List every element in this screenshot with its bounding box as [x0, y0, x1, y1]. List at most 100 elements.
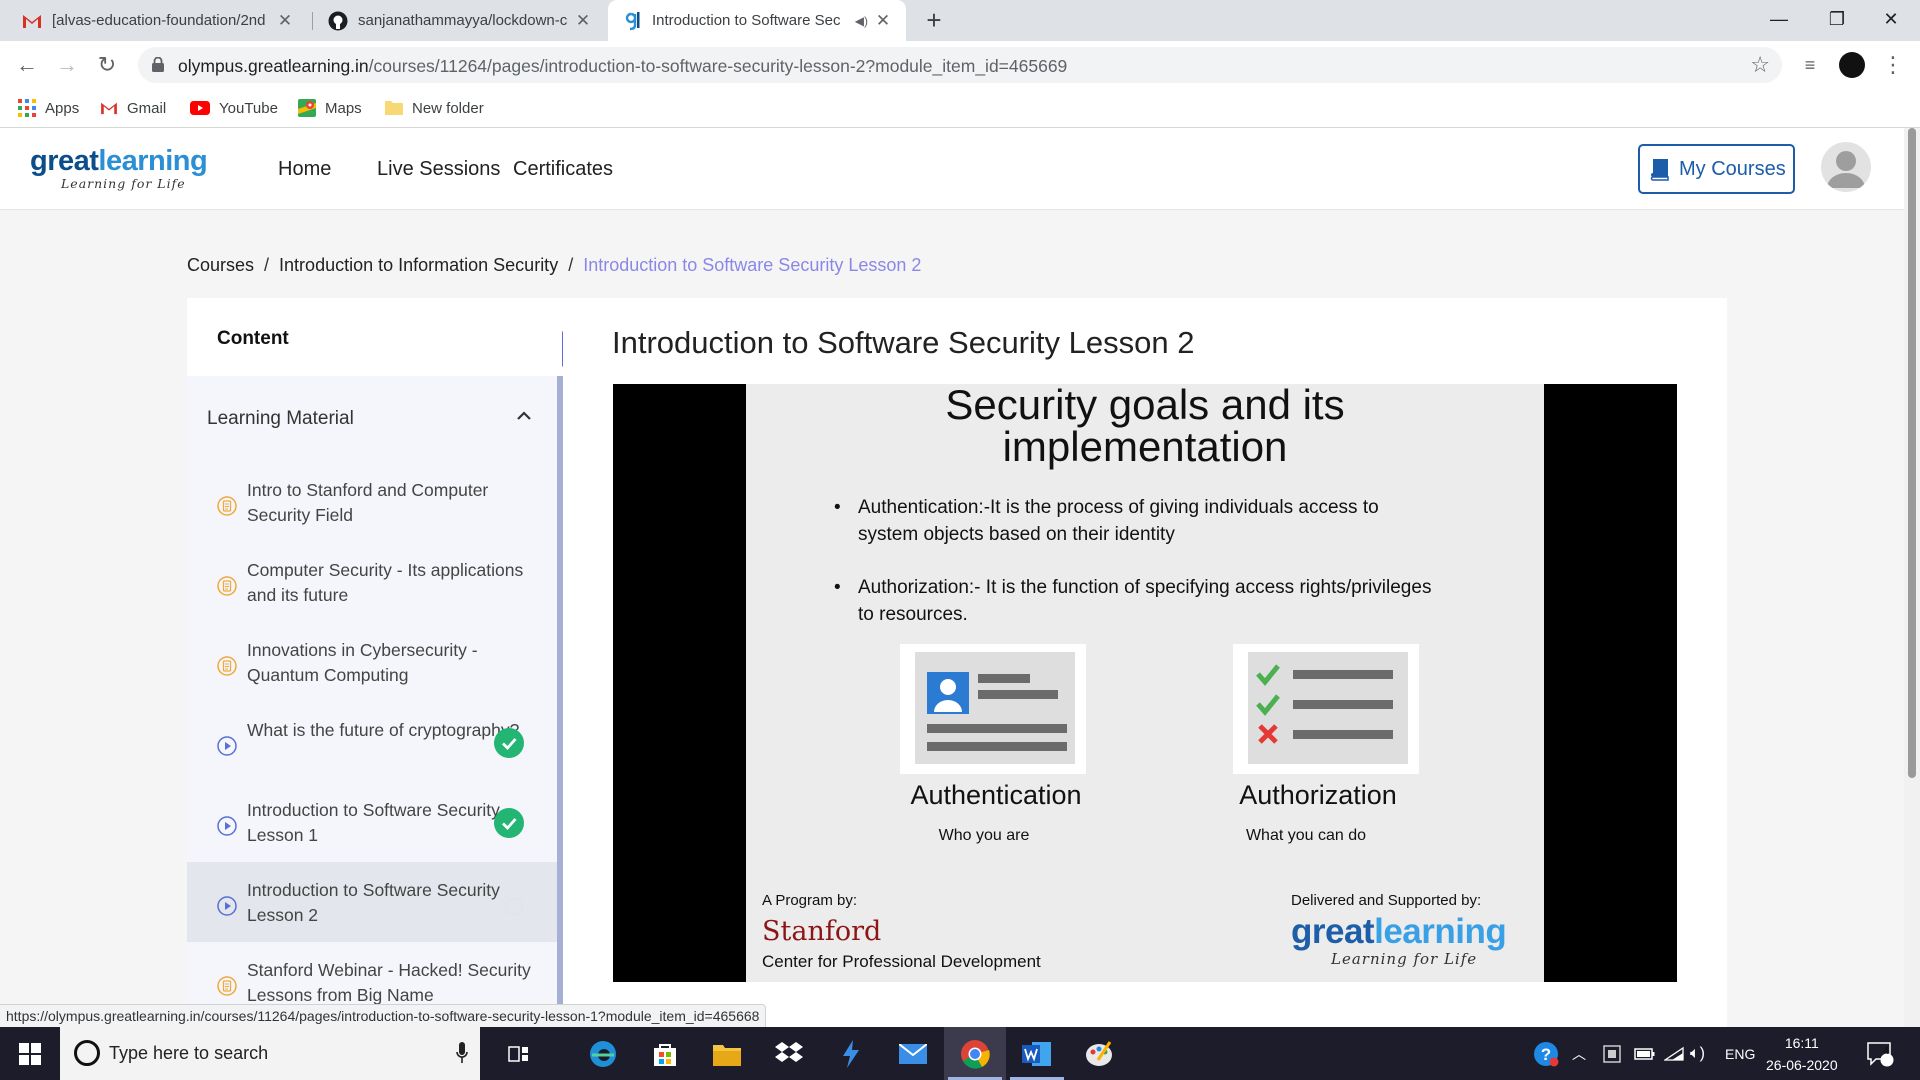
language-indicator[interactable]: ENG — [1725, 1027, 1755, 1080]
breadcrumb: Courses / Introduction to Information Secu… — [187, 255, 922, 275]
reload-icon[interactable]: ↻ — [92, 50, 122, 80]
video-slide: Security goals and its implementation • A… — [746, 384, 1544, 982]
word-icon[interactable] — [1006, 1027, 1068, 1080]
bookmark-maps[interactable]: Maps — [298, 96, 362, 120]
start-button[interactable] — [0, 1027, 60, 1080]
sidebar-list: Learning Material Intro to Stanford and … — [187, 376, 557, 1027]
speaker-icon[interactable]: ◀) — [855, 14, 868, 28]
store-icon[interactable] — [634, 1027, 696, 1080]
page-scrollbar[interactable] — [1904, 128, 1920, 1027]
bookmark-star-icon[interactable]: ☆ — [1750, 52, 1770, 78]
close-icon[interactable]: ✕ — [874, 11, 892, 31]
file-explorer-icon[interactable] — [696, 1027, 758, 1080]
slide-title-line2: implementation — [1002, 423, 1288, 470]
stanford-cpd: Center for Professional Development — [762, 952, 1041, 971]
my-courses-button[interactable]: My Courses — [1638, 144, 1795, 194]
dropbox-icon[interactable] — [758, 1027, 820, 1080]
site-header: greatlearning Learning for Life Home Liv… — [0, 128, 1904, 210]
back-arrow-icon[interactable]: ← — [12, 50, 42, 80]
volume-icon[interactable]: 🔈︎) — [1690, 1027, 1705, 1080]
microphone-icon[interactable] — [456, 1042, 468, 1064]
paint-icon[interactable] — [1068, 1027, 1130, 1080]
slide-authentication-sub: Who you are — [938, 827, 1030, 844]
notifications-icon[interactable]: 4 — [1866, 1027, 1894, 1080]
youtube-icon — [190, 101, 210, 115]
address-bar[interactable]: olympus.greatlearning.in/courses/11264/p… — [138, 47, 1782, 83]
section-learning-material[interactable]: Learning Material — [187, 376, 557, 462]
bookmark-label: YouTube — [219, 99, 278, 117]
lesson-item-label: Introduction to Software Security Lesson… — [247, 880, 500, 925]
bookmark-youtube[interactable]: YouTube — [190, 96, 278, 120]
lesson-item[interactable]: What is the future of cryptography? — [187, 702, 557, 782]
nav-home[interactable]: Home — [278, 158, 331, 181]
wifi-icon[interactable] — [1664, 1027, 1684, 1080]
tab-gmail[interactable]: [alvas-education-foundation/2nd ✕ — [8, 0, 308, 41]
play-icon — [217, 736, 237, 756]
battery-icon[interactable] — [1634, 1027, 1656, 1080]
taskbar-search[interactable]: Type here to search — [60, 1027, 480, 1080]
lesson-title: Introduction to Software Security Lesson… — [612, 325, 1195, 360]
profile-avatar[interactable] — [1839, 52, 1865, 78]
media-queue-icon[interactable]: ≡ — [1795, 50, 1825, 80]
play-icon — [217, 816, 237, 836]
minimize-button[interactable]: — — [1750, 0, 1808, 41]
maps-icon — [298, 99, 316, 117]
lesson-item[interactable]: Introduction to Software Security Lesson… — [187, 862, 557, 942]
tab-greatlearning[interactable]: Introduction to Software Sec ◀) ✕ — [608, 0, 906, 41]
user-avatar[interactable] — [1821, 142, 1871, 192]
more-menu-icon[interactable]: ⋮ — [1878, 50, 1908, 80]
forward-arrow-icon[interactable]: → — [52, 50, 82, 80]
video-player[interactable]: Security goals and its implementation • A… — [613, 384, 1677, 982]
breadcrumb-current: Introduction to Software Security Lesson… — [583, 255, 922, 275]
help-icon[interactable]: ? — [1533, 1027, 1559, 1080]
logo-word-learning: learning — [1374, 912, 1507, 951]
tab-strip: [alvas-education-foundation/2nd ✕ sanjan… — [0, 0, 1920, 41]
bullet-text: Authorization:- It is the function of sp… — [858, 577, 1432, 625]
nav-certificates[interactable]: Certificates — [513, 158, 613, 181]
bookmark-gmail[interactable]: Gmail — [100, 96, 166, 120]
id-card-illustration — [900, 644, 1086, 774]
completed-check-icon — [494, 808, 524, 838]
scrollbar-thumb[interactable] — [1908, 128, 1916, 778]
slide-delivered-by: Delivered and Supported by: — [1291, 892, 1482, 909]
lesson-item[interactable]: Introduction to Software Security Lesson… — [187, 782, 557, 862]
tab-github[interactable]: sanjanathammayya/lockdown-co ✕ — [314, 0, 606, 41]
mail-icon[interactable] — [882, 1027, 944, 1080]
tab-separator — [312, 12, 313, 30]
lesson-item-label: Intro to Stanford and Computer Security … — [247, 480, 489, 525]
new-tab-button[interactable]: + — [918, 5, 950, 37]
edge-icon[interactable] — [572, 1027, 634, 1080]
close-window-button[interactable]: ✕ — [1862, 0, 1920, 41]
bookmark-label: Gmail — [127, 99, 167, 117]
document-icon — [217, 976, 237, 996]
breadcrumb-courses[interactable]: Courses — [187, 255, 254, 275]
checklist-icon — [1248, 652, 1408, 764]
nav-live-sessions[interactable]: Live Sessions — [377, 158, 500, 181]
clock[interactable]: 16:11 26-06-2020 — [1766, 1030, 1838, 1078]
close-icon[interactable]: ✕ — [276, 11, 294, 31]
app-lightning-icon[interactable] — [820, 1027, 882, 1080]
bookmark-apps[interactable]: Apps — [18, 96, 79, 120]
breadcrumb-course[interactable]: Introduction to Information Security — [279, 255, 558, 275]
completed-check-icon — [494, 728, 524, 758]
bookmark-new-folder[interactable]: New folder — [385, 96, 484, 120]
logo-word-learning: learning — [98, 145, 208, 177]
tray-overflow-chevron-icon[interactable]: ︿ — [1572, 1027, 1586, 1080]
task-view-icon[interactable] — [488, 1027, 550, 1080]
bookmark-label: Apps — [45, 99, 80, 117]
lesson-item[interactable]: Computer Security - Its applications and… — [187, 542, 557, 622]
tray-app-icon[interactable] — [1603, 1027, 1621, 1080]
my-courses-label: My Courses — [1679, 157, 1786, 180]
close-icon[interactable]: ✕ — [574, 11, 592, 31]
clock-date: 26-06-2020 — [1766, 1057, 1838, 1073]
chrome-icon[interactable] — [944, 1027, 1006, 1080]
pending-status-icon — [505, 898, 523, 916]
link-status-url: https://olympus.greatlearning.in/courses… — [0, 1004, 767, 1027]
restore-button[interactable]: ❐ — [1808, 0, 1866, 41]
tab-title: Introduction to Software Sec — [652, 12, 841, 29]
greatlearning-logo[interactable]: greatlearning Learning for Life — [30, 145, 208, 191]
notification-count: 4 — [1883, 1045, 1890, 1057]
lesson-item[interactable]: Innovations in Cybersecurity - Quantum C… — [187, 622, 557, 702]
tab-title: sanjanathammayya/lockdown-co — [358, 12, 568, 29]
lesson-item[interactable]: Intro to Stanford and Computer Security … — [187, 462, 557, 542]
